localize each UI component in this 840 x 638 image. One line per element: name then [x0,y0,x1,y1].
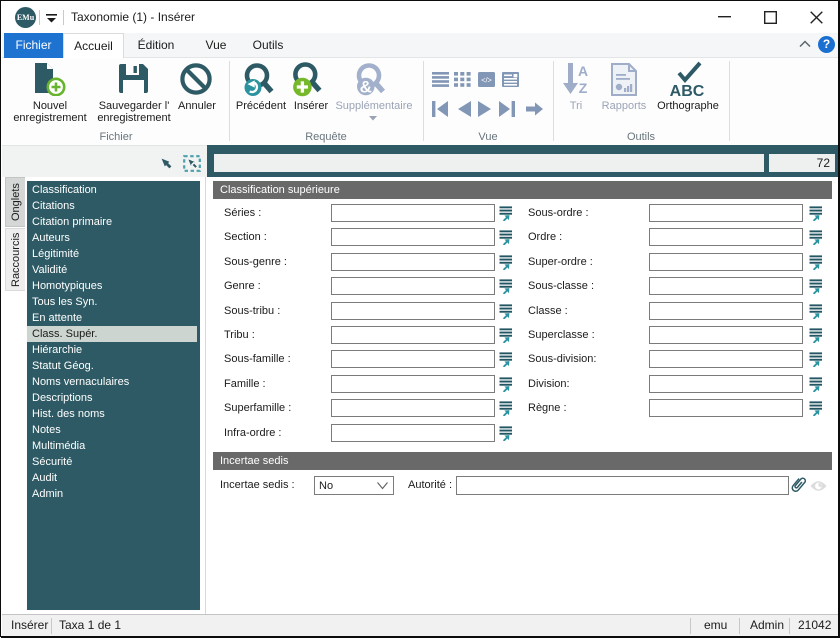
svg-text:&: & [360,78,372,97]
svg-text:</>: </> [481,76,492,85]
svg-text:ABC: ABC [670,83,705,97]
svg-text:A: A [578,63,588,79]
svg-text:Z: Z [579,80,588,96]
